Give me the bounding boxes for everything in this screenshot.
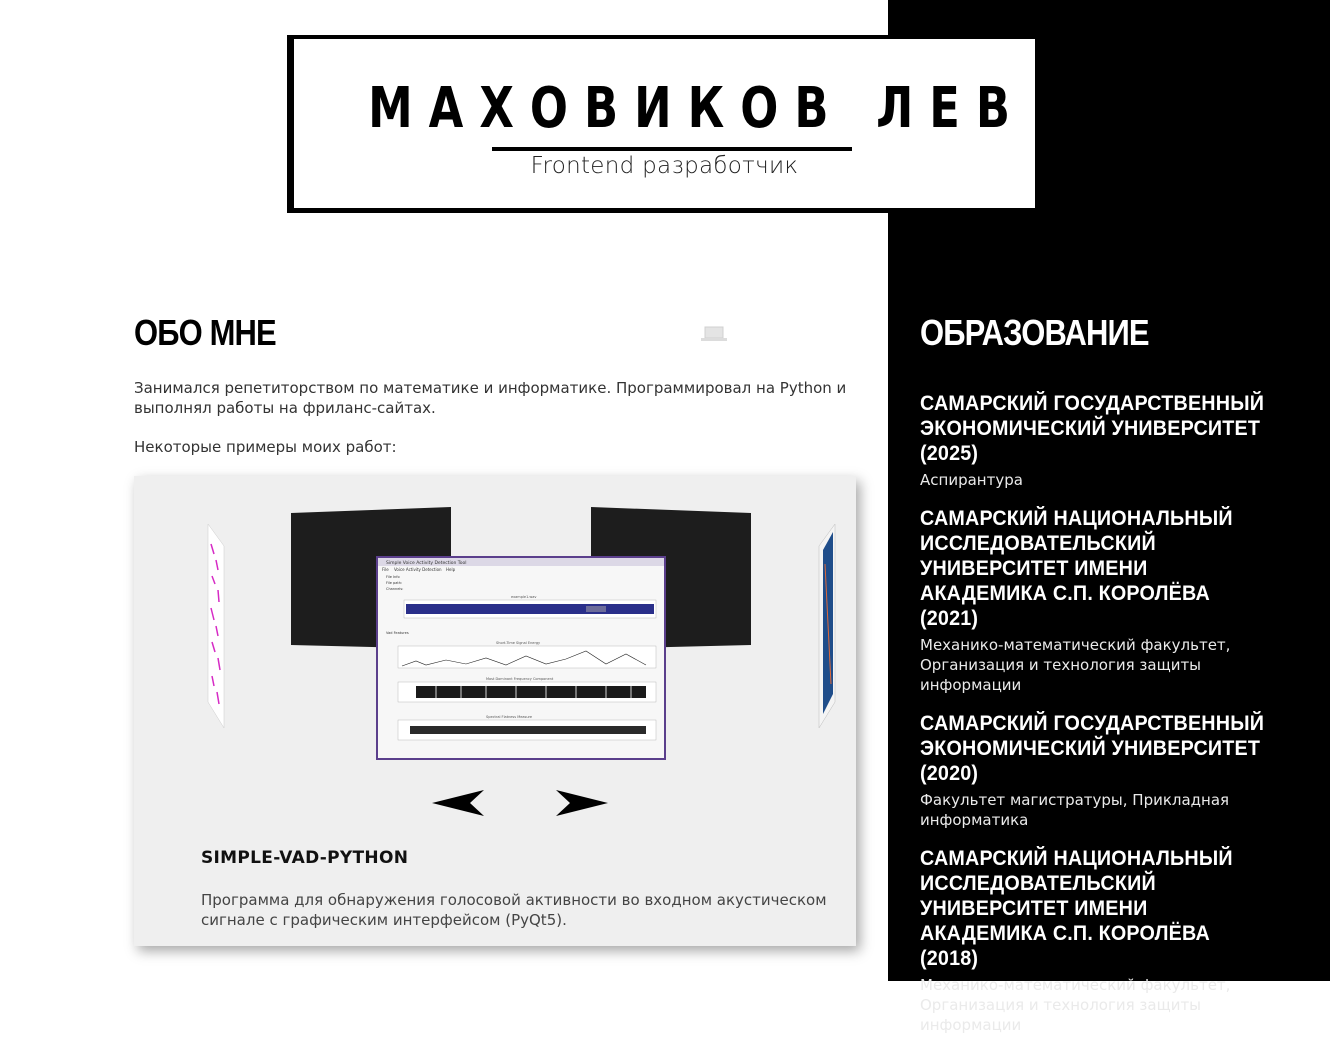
header-divider [492, 147, 852, 151]
about-paragraph: Занимался репетиторством по математике и… [134, 379, 847, 417]
screenshot-plot-title-3: Most Dominant Frequency Component [486, 677, 554, 681]
education-item-description: Факультет магистратуры, Прикладная инфор… [920, 791, 1230, 829]
education-item-name: САМАРСКИЙ ГОСУДАРСТВЕННЫЙ ЭКОНОМИЧЕСКИЙ … [920, 392, 1265, 465]
page-title: МАХОВИКОВ ЛЕВ [368, 76, 1027, 141]
education-item-description: Аспирантура [920, 471, 1023, 489]
education-item-description: Механико-математический факультет, Орган… [920, 636, 1231, 694]
about-examples-label: Некоторые примеры моих работ: [134, 438, 397, 456]
laptop-icon [701, 326, 727, 341]
education-item: САМАРСКИЙ ГОСУДАРСТВЕННЫЙ ЭКОНОМИЧЕСКИЙ … [920, 711, 1280, 830]
screenshot-file-info: File Info [386, 575, 400, 579]
education-item: САМАРСКИЙ ГОСУДАРСТВЕННЫЙ ЭКОНОМИЧЕСКИЙ … [920, 391, 1280, 490]
education-item-name: САМАРСКИЙ ГОСУДАРСТВЕННЫЙ ЭКОНОМИЧЕСКИЙ … [920, 712, 1265, 785]
project-title: SIMPLE-VAD-PYTHON [201, 848, 409, 868]
project-description: Программа для обнаружения голосовой акти… [201, 891, 827, 929]
screenshot-vad-features: Vad Features [386, 631, 409, 635]
about-text: Занимался репетиторством по математике и… [134, 378, 854, 476]
screenshot-plot-title-2: Short-Time Signal Energy [496, 641, 540, 645]
education-item-description: Механико-математический факультет, Орган… [920, 976, 1231, 1034]
screenshot-menu-help: Help [446, 567, 456, 572]
about-heading: ОБО МНЕ [134, 312, 277, 353]
slide-active-screenshot[interactable]: Simple Voice Activity Detection Tool Fil… [376, 556, 666, 760]
screenshot-plot-title-4: Spectral Flatness Measure [486, 715, 532, 719]
screenshot-file-path: File path: [386, 581, 402, 585]
arrow-left-icon[interactable] [432, 788, 488, 818]
screenshot-window-title: Simple Voice Activity Detection Tool [386, 560, 467, 566]
page-subtitle: Frontend разработчик [530, 153, 799, 179]
screenshot-menu-vad: Voice Activity Detection [394, 567, 442, 572]
slide-far-right[interactable] [817, 524, 837, 728]
screenshot-plot-title-1: example1.wav [511, 595, 536, 599]
slide-far-left[interactable] [206, 524, 226, 728]
screenshot-channels: Channels: [386, 587, 403, 591]
education-item-name: САМАРСКИЙ НАЦИОНАЛЬНЫЙ ИССЛЕДОВАТЕЛЬСКИЙ… [920, 507, 1233, 630]
arrow-right-icon[interactable] [552, 788, 608, 818]
education-item-name: САМАРСКИЙ НАЦИОНАЛЬНЫЙ ИССЛЕДОВАТЕЛЬСКИЙ… [920, 847, 1233, 970]
screenshot-menu-file: File [382, 567, 389, 572]
education-heading: ОБРАЗОВАНИЕ [920, 312, 1150, 353]
education-list: САМАРСКИЙ ГОСУДАРСТВЕННЫЙ ЭКОНОМИЧЕСКИЙ … [920, 391, 1280, 1051]
education-item: САМАРСКИЙ НАЦИОНАЛЬНЫЙ ИССЛЕДОВАТЕЛЬСКИЙ… [920, 846, 1280, 1035]
projects-slider: Simple Voice Activity Detection Tool Fil… [134, 476, 856, 946]
header-card: МАХОВИКОВ ЛЕВ Frontend разработчик [287, 35, 1037, 213]
education-item: САМАРСКИЙ НАЦИОНАЛЬНЫЙ ИССЛЕДОВАТЕЛЬСКИЙ… [920, 506, 1280, 695]
